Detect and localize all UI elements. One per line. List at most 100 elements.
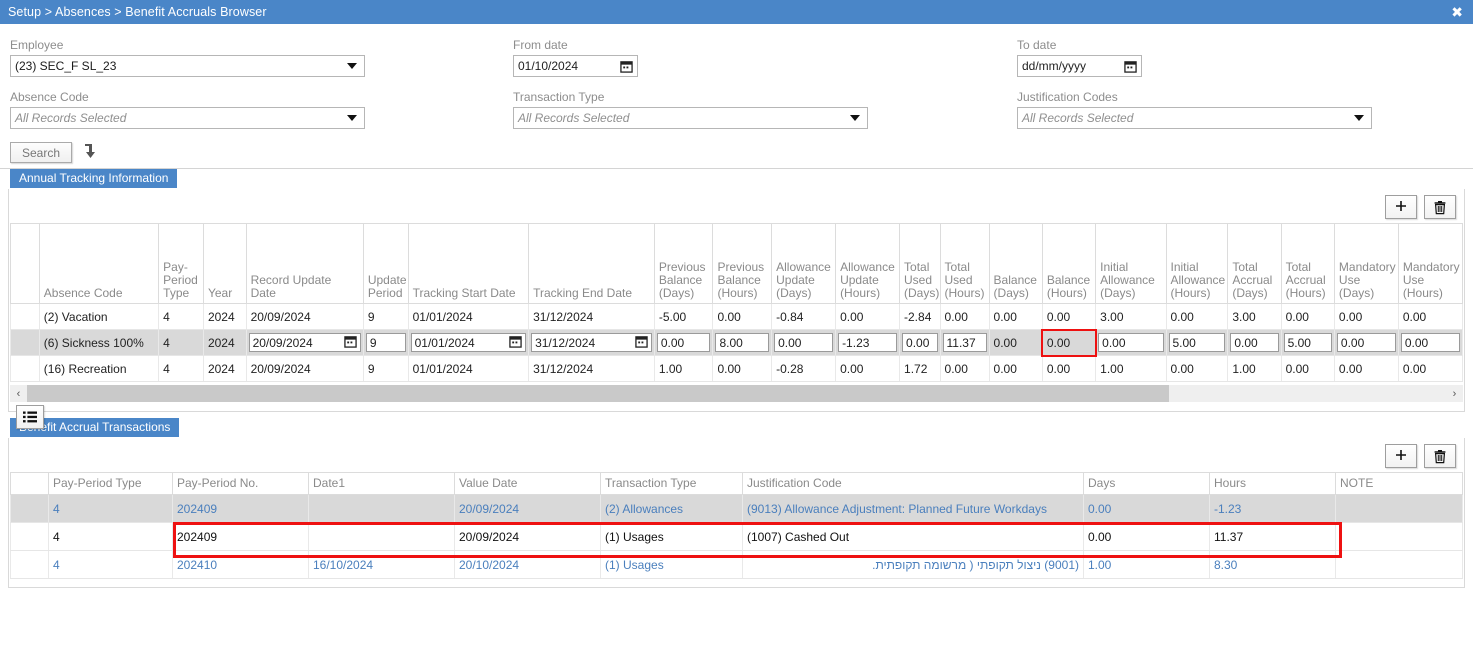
table-cell[interactable]: (9013) Allowance Adjustment: Planned Fut… [742,494,1084,523]
delete-transaction-button[interactable] [1424,444,1456,468]
table-cell[interactable]: 0.00 [899,329,941,356]
table-cell[interactable] [10,522,49,551]
table-cell[interactable]: 4 [158,303,204,330]
table-cell[interactable]: 5.00 [1280,329,1335,356]
table-cell[interactable]: 3.00 [1227,303,1282,330]
table-cell[interactable]: 20/09/2024 [454,522,601,551]
table-cell[interactable]: 31/12/2024 [528,329,655,356]
scroll-thumb[interactable] [27,385,1170,402]
table-cell[interactable]: 16/10/2024 [308,550,455,579]
table-cell[interactable]: 9 [362,303,409,330]
table-cell[interactable]: (1) Usages [600,522,743,551]
table-cell[interactable]: 20/09/2024 [245,329,364,356]
table-cell[interactable]: -0.28 [771,355,837,382]
table-cell[interactable] [1335,522,1463,551]
add-row-button[interactable] [1385,195,1417,219]
table-cell[interactable]: 01/01/2024 [407,329,530,356]
search-button[interactable]: Search [10,142,72,163]
table-cell[interactable]: 3.00 [1095,303,1167,330]
table-cell[interactable] [10,494,49,523]
table-row[interactable]: 4 202409 20/09/2024 (2) Allowances (9013) Al… [10,494,1463,523]
table-cell[interactable]: 2024 [202,303,247,330]
table-cell[interactable]: 0.00 [1041,355,1097,382]
editable-cell[interactable]: 20/09/2024 [248,333,361,352]
from-date-input[interactable]: 01/10/2024 [513,55,638,77]
highlighted-table-row[interactable]: 4 202409 20/09/2024 (1) Usages (1007) Cashed… [10,522,1463,551]
table-cell[interactable]: (2) Vacation [38,303,160,330]
table-cell[interactable]: (9001) ניצול תקופתי ( מרשומה תקופתית. [742,550,1084,579]
table-cell[interactable]: 11.37 [1209,522,1336,551]
arrow-down-icon[interactable] [82,142,98,163]
calendar-icon[interactable] [344,335,357,351]
scroll-right-icon[interactable]: › [1446,388,1463,400]
tab-annual-tracking-information[interactable]: Annual Tracking Information [10,169,178,188]
table-cell[interactable] [10,355,40,382]
table-cell[interactable]: 5.00 [1165,329,1229,356]
table-cell[interactable]: 0.00 [1227,329,1282,356]
table-cell[interactable] [10,550,49,579]
table-cell[interactable]: (6) Sickness 100% [38,329,160,356]
table-cell[interactable]: 01/01/2024 [407,303,530,330]
table-cell[interactable]: 0.00 [653,329,714,356]
table-cell[interactable]: 0.00 [1280,355,1335,382]
table-cell[interactable]: 0.00 [1333,329,1399,356]
table-cell[interactable]: 0.00 [1083,494,1210,523]
table-cell[interactable] [308,522,455,551]
editable-cell[interactable]: 0.00 [902,333,938,352]
editable-cell[interactable]: 0.00 [1400,333,1460,352]
table-cell[interactable]: 0.00 [1165,303,1229,330]
editable-cell[interactable]: 8.00 [715,333,770,352]
list-view-button[interactable] [16,405,44,429]
table-cell[interactable]: 4 [48,550,173,579]
editable-cell[interactable]: 0.00 [1098,333,1164,352]
table-cell[interactable]: 01/01/2024 [407,355,530,382]
table-cell[interactable]: (1) Usages [600,550,743,579]
table-cell[interactable]: 0.00 [988,303,1043,330]
table-cell[interactable]: 2024 [202,355,247,382]
table-cell[interactable]: -0.84 [771,303,837,330]
table-cell[interactable]: 2024 [202,329,247,356]
to-date-input[interactable]: dd/mm/yyyy [1017,55,1142,77]
table-cell[interactable]: 0.00 [1165,355,1229,382]
calendar-icon[interactable] [620,60,633,73]
table-cell[interactable]: 0.00 [1280,303,1335,330]
table-cell[interactable]: 20/09/2024 [245,355,364,382]
highlighted-cell[interactable]: 0.00 [1041,328,1097,357]
table-cell[interactable]: 0.00 [1397,355,1464,382]
table-cell[interactable]: 0.00 [1041,303,1097,330]
editable-cell[interactable]: 0.00 [774,333,834,352]
table-cell[interactable]: 1.72 [899,355,941,382]
table-cell[interactable]: 9 [362,355,409,382]
editable-cell[interactable]: -1.23 [838,333,898,352]
table-cell[interactable]: 1.00 [1095,355,1167,382]
close-icon[interactable]: ✖ [1449,5,1465,19]
table-cell[interactable]: 0.00 [1333,303,1399,330]
table-cell[interactable]: 11.37 [939,329,990,356]
table-cell[interactable] [10,303,40,330]
table-row[interactable]: (2) Vacation 4 2024 20/09/2024 9 01/01/2024 31… [10,303,1464,330]
delete-row-button[interactable] [1424,195,1456,219]
justification-codes-select[interactable]: All Records Selected [1017,107,1372,129]
calendar-icon[interactable] [635,335,648,351]
table-cell[interactable]: -1.23 [835,329,901,356]
table-cell[interactable]: 31/12/2024 [528,303,655,330]
transaction-type-select[interactable]: All Records Selected [513,107,868,129]
table-row[interactable]: 4 202410 16/10/2024 20/10/2024 (1) Usages (90… [10,550,1463,579]
table-cell[interactable]: -5.00 [653,303,714,330]
table-cell[interactable]: 0.00 [1095,329,1167,356]
editable-cell[interactable]: 0.00 [1230,333,1279,352]
table-cell[interactable]: 1.00 [1227,355,1282,382]
table-cell[interactable]: 0.00 [712,355,773,382]
table-cell[interactable]: 0.00 [939,303,990,330]
table-cell[interactable]: 8.30 [1209,550,1336,579]
table-cell[interactable]: 4 [48,522,173,551]
table-cell[interactable]: 0.00 [1333,355,1399,382]
table-cell[interactable]: 202409 [172,494,309,523]
table-cell[interactable]: -2.84 [899,303,941,330]
scroll-left-icon[interactable]: ‹ [10,388,27,400]
table-cell[interactable] [1335,550,1463,579]
table-cell[interactable]: 0.00 [988,355,1043,382]
editable-cell[interactable]: 11.37 [942,333,987,352]
table-cell[interactable]: 0.00 [1083,522,1210,551]
table-cell[interactable]: 8.00 [712,329,773,356]
